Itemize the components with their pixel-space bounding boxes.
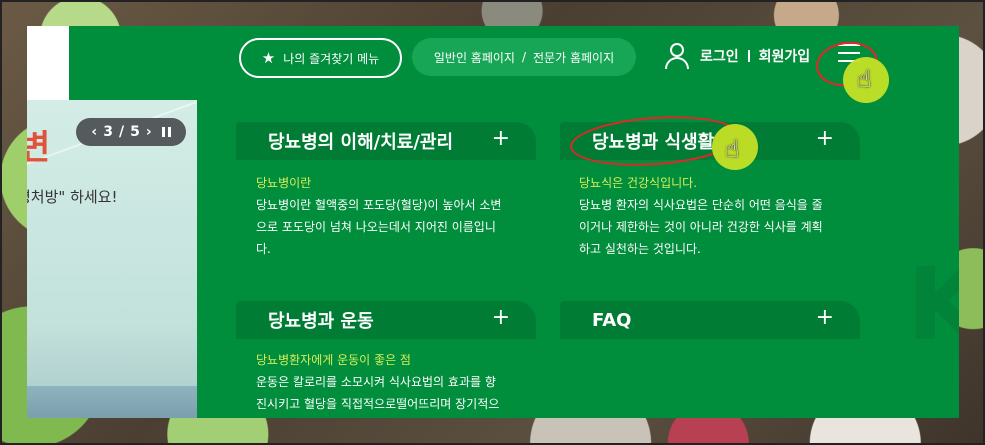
slide-subtext: 명처방" 하세요!: [27, 188, 118, 206]
category-title: 당뇨병과 운동: [268, 311, 374, 332]
hand-cursor-icon: ☝: [857, 65, 872, 93]
slide-separator: /: [118, 124, 125, 140]
expand-icon[interactable]: +: [492, 305, 510, 330]
prev-slide-icon[interactable]: ‹: [91, 124, 97, 140]
slide-total: 5: [130, 124, 140, 140]
expand-icon[interactable]: +: [816, 126, 834, 151]
slide-pager: ‹ 3 / 5 ›: [76, 118, 186, 146]
description-line: 진시키고 혈당을 직접적으로떨어뜨리며 장기적으: [256, 397, 500, 411]
hand-cursor-icon: ☝: [725, 135, 740, 163]
description-line: 당뇨병 환자의 식사요법은 단순히 어떤 음식을 줄: [579, 198, 823, 212]
auth-links: 로그인 회원가입: [700, 46, 810, 66]
login-link[interactable]: 로그인: [700, 46, 739, 66]
site-switch: 일반인 홈페이지 / 전문가 홈페이지: [412, 38, 636, 76]
favorites-label: 나의 즐겨찾기 메뉴: [283, 51, 380, 66]
menu-category-understanding[interactable]: 당뇨병의 이해/치료/관리 +: [236, 122, 536, 160]
category-highlight-link[interactable]: 당뇨병이란: [256, 172, 526, 194]
category-title: 당뇨병의 이해/치료/관리: [268, 132, 454, 153]
slide-current: 3: [103, 124, 113, 140]
auth-divider: [747, 50, 750, 62]
description-line: 이거나 제한하는 것이 아니라 건강한 식사를 계획: [579, 220, 823, 234]
expand-icon[interactable]: +: [816, 305, 834, 330]
category-description: 당뇨식은 건강식입니다. 당뇨병 환자의 식사요법은 단순히 어떤 음식을 줄 …: [579, 172, 849, 260]
favorites-menu-button[interactable]: ★ 나의 즐겨찾기 메뉴: [239, 38, 402, 78]
main-panel: 변 명처방" 하세요! ‹ 3 / 5 › ★ 나의 즐겨찾기 메뉴 일반인 홈…: [27, 26, 959, 418]
pause-icon[interactable]: [161, 127, 171, 137]
description-line: 운동은 칼로리를 소모시켜 식사요법의 효과를 향: [256, 375, 496, 389]
slide-heading: 변: [27, 128, 51, 168]
description-line: 하고 실천하는 것입니다.: [579, 242, 701, 256]
description-line: 으로 포도당이 넘쳐 나오는데서 지어진 이름입니: [256, 220, 496, 234]
category-highlight-link[interactable]: 당뇨병환자에게 운동이 좋은 점: [256, 349, 526, 371]
hero-slide[interactable]: 변 명처방" 하세요!: [27, 100, 197, 418]
expert-site-link[interactable]: 전문가 홈페이지: [533, 49, 614, 66]
site-divider: /: [521, 50, 527, 64]
category-description: 당뇨병이란 당뇨병이란 혈액중의 포도당(혈당)이 높아서 소변 으로 포도당이…: [256, 172, 526, 260]
category-highlight-link[interactable]: 당뇨식은 건강식입니다.: [579, 172, 849, 194]
description-line: 당뇨병이란 혈액중의 포도당(혈당)이 높아서 소변: [256, 198, 502, 212]
next-slide-icon[interactable]: ›: [146, 124, 152, 140]
user-icon[interactable]: [665, 43, 689, 69]
category-description: 당뇨병환자에게 운동이 좋은 점 운동은 칼로리를 소모시켜 식사요법의 효과를…: [256, 349, 526, 415]
description-line: 다.: [256, 242, 271, 256]
general-site-link[interactable]: 일반인 홈페이지: [434, 49, 515, 66]
menu-category-faq[interactable]: FAQ +: [560, 301, 860, 339]
star-icon: ★: [261, 49, 276, 67]
logo-area[interactable]: [27, 26, 69, 100]
signup-link[interactable]: 회원가입: [759, 46, 811, 66]
category-title: FAQ: [592, 309, 632, 331]
slide-sea-image: [27, 386, 197, 418]
expand-icon[interactable]: +: [492, 126, 510, 151]
menu-category-exercise[interactable]: 당뇨병과 운동 +: [236, 301, 536, 339]
watermark-letter: K: [907, 246, 959, 363]
